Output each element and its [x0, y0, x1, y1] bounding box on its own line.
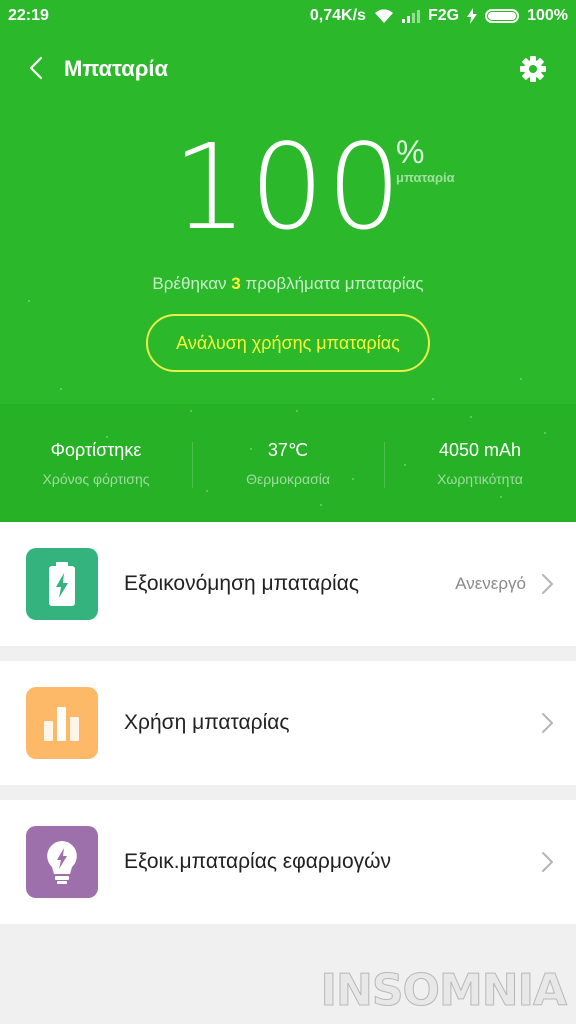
particle [432, 398, 434, 400]
top-bar: Μπαταρία [0, 40, 576, 98]
problems-count: 3 [231, 274, 241, 293]
menu-item-label: Εξοικονόμηση μπαταρίας [124, 572, 359, 595]
stat-charge-time: Φορτίστηκε Χρόνος φόρτισης [0, 436, 192, 496]
chevron-right-icon [542, 852, 553, 872]
particle [296, 410, 298, 412]
analyze-battery-button[interactable]: Ανάλυση χρήσης μπαταρίας [146, 314, 430, 372]
battery-level: 100 [0, 118, 576, 256]
stat-value: Φορτίστηκε [50, 440, 142, 460]
battery-unit-label: μπαταρία [396, 170, 455, 185]
status-right: 0,74K/s F2G 100% [310, 7, 568, 25]
stat-label: Χωρητικότητα [437, 471, 523, 487]
battery-percent: 100% [527, 7, 568, 24]
gear-icon [520, 56, 546, 82]
particle [190, 410, 192, 412]
menu-item-label: Χρήση μπαταρίας [124, 711, 290, 734]
particle [28, 300, 30, 302]
menu-item-label: Εξοικ.μπαταρίας εφαρμογών [124, 850, 392, 873]
signal-icon [401, 9, 420, 23]
problems-prefix: Βρέθηκαν [152, 274, 227, 293]
settings-button[interactable] [512, 48, 554, 90]
problems-suffix: προβλήματα μπαταρίας [245, 274, 424, 293]
watermark-logo: INSOMNIA [320, 965, 567, 1017]
battery-stats: Φορτίστηκε Χρόνος φόρτισης 37℃ Θερμοκρασ… [0, 436, 576, 496]
back-button[interactable] [16, 48, 56, 88]
chevron-right-icon [542, 713, 553, 733]
stat-label: Θερμοκρασία [246, 471, 330, 487]
page-title: Μπαταρία [64, 56, 169, 81]
stat-label: Χρόνος φόρτισης [42, 471, 150, 487]
stat-value: 4050 mAh [438, 440, 522, 460]
menu-item-app-battery-saver[interactable]: Εξοικ.μπαταρίας εφαρμογών [0, 800, 576, 924]
particle [320, 504, 322, 506]
chevron-left-icon [29, 56, 43, 80]
particle [470, 416, 472, 418]
chevron-right-icon [542, 574, 553, 594]
battery-icon [485, 9, 520, 23]
menu-item-battery-usage[interactable]: Χρήση μπαταρίας [0, 661, 576, 785]
battery-saver-status: Ανενεργό [455, 574, 526, 593]
percent-sign: % [396, 134, 425, 170]
particle [500, 496, 502, 498]
network-speed: 0,74K/s [309, 7, 366, 24]
stat-value: 37℃ [267, 440, 309, 460]
status-bar: 22:19 0,74K/s F2G 100% [0, 0, 576, 34]
charging-icon [467, 8, 478, 24]
menu-item-battery-saver[interactable]: Εξοικονόμηση μπαταρίας Ανενεργό [0, 522, 576, 646]
lightbulb-icon [26, 826, 98, 898]
wifi-icon [374, 9, 393, 23]
battery-level-value: 100 [172, 118, 404, 256]
stat-capacity: 4050 mAh Χωρητικότητα [384, 436, 576, 496]
battery-saver-icon [26, 548, 98, 620]
particle [544, 432, 546, 434]
particle [520, 378, 522, 380]
network-type: F2G [427, 7, 460, 24]
particle [60, 388, 62, 390]
bar-chart-icon [26, 687, 98, 759]
status-time: 22:19 [8, 7, 49, 24]
stat-temperature: 37℃ Θερμοκρασία [192, 436, 384, 496]
problems-text: Βρέθηκαν 3 προβλήματα μπαταρίας [0, 274, 576, 294]
